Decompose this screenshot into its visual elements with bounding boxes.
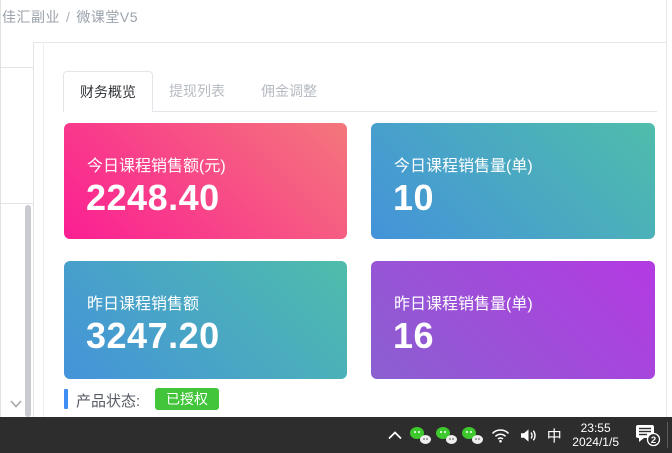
wechat-white-bubble [446, 435, 457, 444]
notification-badge-count: 2 [651, 435, 656, 446]
side-panel-divider-middle [0, 203, 33, 204]
breadcrumb: 佳汇副业 / 微课堂V5 [2, 7, 138, 27]
breadcrumb-page: 微课堂V5 [76, 9, 138, 25]
product-status-label: 产品状态: [76, 390, 140, 411]
side-panel-divider-top [0, 67, 33, 68]
left-window-edge [0, 0, 1, 417]
taskbar-clock[interactable]: 23:55 2024/1/5 [572, 417, 619, 453]
wechat-white-bubble [472, 435, 483, 444]
wechat-white-bubble [420, 435, 431, 444]
tab-withdraw-list[interactable]: 提现列表 [169, 71, 225, 111]
stat-card-value: 3247.20 [86, 315, 220, 357]
ime-indicator[interactable]: 中 [542, 417, 566, 453]
stat-card-value: 10 [393, 177, 434, 219]
chevron-up-icon[interactable] [382, 417, 408, 453]
tab-commission-adjust[interactable]: 佣金调整 [261, 71, 317, 111]
tab-label: 财务概览 [80, 82, 136, 102]
stat-card-label: 今日课程销售额(元) [87, 152, 226, 176]
stat-card-value: 2248.40 [86, 177, 220, 219]
chevron-down-icon[interactable] [8, 398, 24, 410]
taskbar: 中 23:55 2024/1/5 2 [0, 417, 672, 453]
authorized-badge: 已授权 [155, 388, 219, 410]
stat-card-value: 16 [393, 315, 434, 357]
breadcrumb-separator: / [66, 9, 70, 25]
stat-card-label: 今日课程销售量(单) [394, 152, 533, 176]
stat-card-yesterday-sales-count: 昨日课程销售量(单) 16 [371, 261, 655, 379]
stat-card-label: 昨日课程销售量(单) [394, 290, 533, 314]
tab-label: 提现列表 [169, 83, 225, 99]
taskbar-date: 2024/1/5 [572, 435, 619, 449]
wechat-icon[interactable] [461, 425, 485, 445]
stat-card-today-sales-amount: 今日课程销售额(元) 2248.40 [64, 123, 347, 239]
wifi-icon[interactable] [486, 417, 514, 453]
tab-finance-overview[interactable]: 财务概览 [63, 71, 153, 112]
status-accent-bar [64, 389, 68, 409]
stat-card-yesterday-sales-amount: 昨日课程销售额 3247.20 [64, 261, 347, 379]
show-desktop-divider[interactable] [667, 422, 668, 448]
scrollbar-thumb[interactable] [25, 205, 31, 417]
desktop-screenshot: 佳汇副业 / 微课堂V5 财务概览 提现列表 佣金调整 今日课程销售额(元) 224… [0, 0, 672, 453]
notification-icon[interactable]: 2 [627, 417, 667, 453]
stat-card-label: 昨日课程销售额 [87, 290, 199, 314]
right-window-edge [666, 0, 667, 417]
tab-label: 佣金调整 [261, 83, 317, 99]
content-left-border [43, 42, 44, 417]
side-panel-border [33, 43, 34, 417]
stat-card-today-sales-count: 今日课程销售量(单) 10 [371, 123, 655, 239]
volume-icon[interactable] [514, 417, 542, 453]
wechat-icon[interactable] [409, 425, 433, 445]
header-divider [33, 42, 666, 43]
taskbar-time: 23:55 [572, 421, 619, 435]
breadcrumb-section[interactable]: 佳汇副业 [2, 9, 60, 25]
wechat-icon[interactable] [435, 425, 459, 445]
